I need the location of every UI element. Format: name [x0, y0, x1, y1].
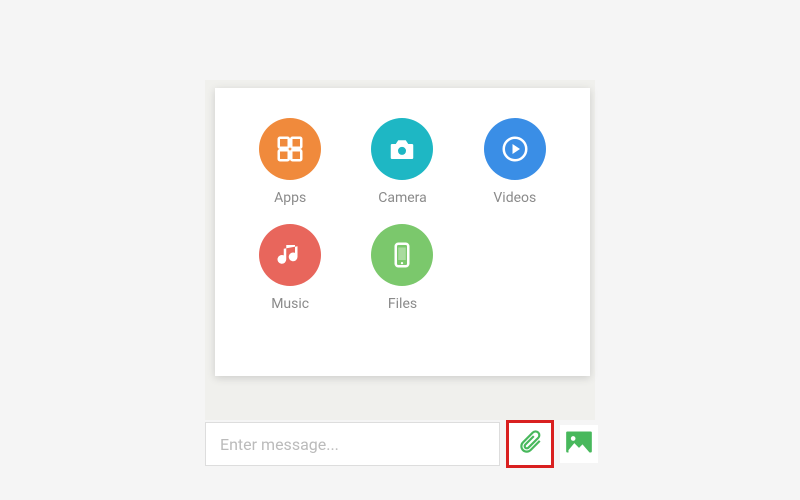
attach-option-label: Music — [271, 296, 309, 312]
attach-option-files[interactable]: Files — [357, 224, 447, 312]
attach-option-label: Apps — [274, 190, 306, 206]
compose-bar: Enter message... — [205, 420, 598, 468]
apps-grid-icon — [259, 118, 321, 180]
attach-option-camera[interactable]: Camera — [357, 118, 447, 206]
camera-icon — [371, 118, 433, 180]
image-icon — [565, 430, 593, 458]
phone-icon — [371, 224, 433, 286]
music-note-icon — [259, 224, 321, 286]
attachment-panel: Apps Camera Videos Music Files — [215, 88, 590, 376]
attachment-grid: Apps Camera Videos Music Files — [245, 118, 560, 312]
attach-option-videos[interactable]: Videos — [470, 118, 560, 206]
attach-option-apps[interactable]: Apps — [245, 118, 335, 206]
attach-option-label: Videos — [493, 190, 536, 206]
attach-option-label: Files — [388, 296, 417, 312]
message-input[interactable]: Enter message... — [205, 422, 500, 466]
paperclip-icon — [517, 429, 543, 459]
image-button[interactable] — [560, 425, 598, 463]
attach-option-label: Camera — [378, 190, 427, 206]
attach-option-music[interactable]: Music — [245, 224, 335, 312]
message-placeholder: Enter message... — [220, 435, 339, 454]
play-icon — [484, 118, 546, 180]
attach-button[interactable] — [506, 420, 554, 468]
